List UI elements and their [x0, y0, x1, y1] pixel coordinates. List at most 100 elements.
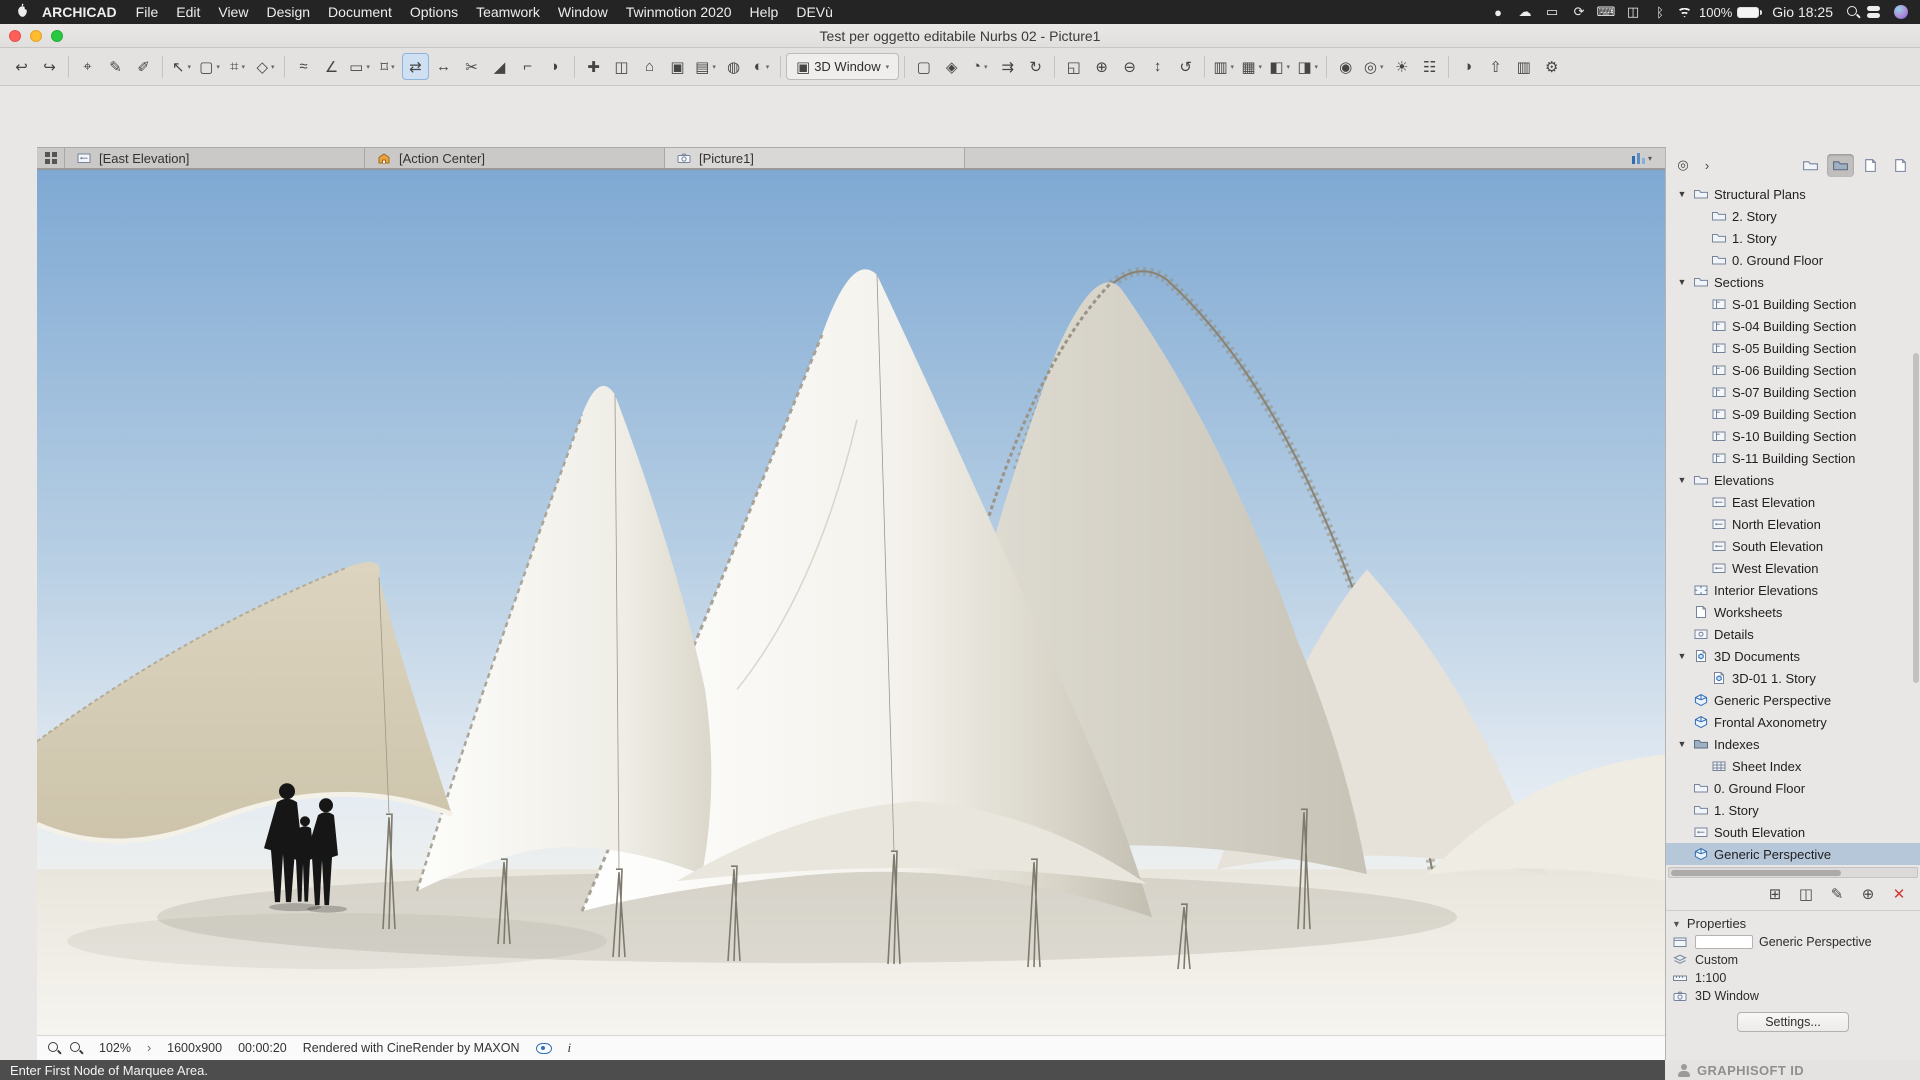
3d-style-button[interactable]: ◈	[938, 53, 965, 80]
expand-arrow-icon[interactable]: ▼	[1676, 475, 1688, 485]
view-name-row[interactable]: Generic Perspective	[1672, 933, 1914, 951]
tree-item-west-elevation[interactable]: West Elevation	[1666, 557, 1920, 579]
walk-mode-button[interactable]: ⇉	[994, 53, 1021, 80]
renovation-dd[interactable]: ◨▾	[1294, 53, 1321, 80]
tree-item-s-10-building-section[interactable]: S-10 Building Section	[1666, 425, 1920, 447]
zoom-in-icon[interactable]	[69, 1041, 83, 1055]
visibility-eye-icon[interactable]	[536, 1043, 552, 1054]
redo-button[interactable]: ↪	[36, 53, 63, 80]
menu-dev[interactable]: DEVù	[787, 4, 842, 20]
menu-options[interactable]: Options	[401, 4, 467, 20]
lock-tool-dd[interactable]: ⌑▾	[374, 53, 401, 80]
display-icon[interactable]: ▭	[1542, 4, 1562, 20]
capture-button[interactable]: ◑	[1454, 53, 1481, 80]
spotlight-icon[interactable]	[1846, 5, 1860, 19]
tree-item-interior-elevations[interactable]: Interior Elevations	[1666, 579, 1920, 601]
tree-item-1-story[interactable]: 1. Story	[1666, 227, 1920, 249]
delete-button[interactable]: ✕	[1888, 884, 1910, 904]
project-map-button[interactable]	[1797, 154, 1824, 177]
expand-arrow-icon[interactable]: ▼	[1676, 739, 1688, 749]
favorites-button[interactable]: ⌂	[636, 53, 663, 80]
sync-icon[interactable]: ⟳	[1569, 4, 1589, 20]
camera-button[interactable]: ◉	[1332, 53, 1359, 80]
tree-item-elevations[interactable]: ▼Elevations	[1666, 469, 1920, 491]
siri-icon[interactable]	[1894, 5, 1908, 19]
camera-path-dd[interactable]: ◎▾	[1360, 53, 1387, 80]
tree-item-s-11-building-section[interactable]: S-11 Building Section	[1666, 447, 1920, 469]
tree-item-3d-01-1-story[interactable]: 3D-01 1. Story	[1666, 667, 1920, 689]
tree-item-s-09-building-section[interactable]: S-09 Building Section	[1666, 403, 1920, 425]
profile-dd[interactable]: ◔▾	[966, 53, 993, 80]
tree-item-s-01-building-section[interactable]: S-01 Building Section	[1666, 293, 1920, 315]
tree-horizontal-scrollbar[interactable]	[1668, 867, 1918, 878]
graphisoft-id-area[interactable]: GRAPHISOFT ID	[1665, 1060, 1920, 1080]
marquee-tool-dd[interactable]: ▢▾	[196, 53, 223, 80]
tree-item-1-story[interactable]: 1. Story	[1666, 799, 1920, 821]
snap-options-dd[interactable]: ◇▾	[252, 53, 279, 80]
tree-item-0-ground-floor[interactable]: 0. Ground Floor	[1666, 249, 1920, 271]
copy-tool[interactable]: ◫	[608, 53, 635, 80]
tab-overview-button[interactable]	[37, 148, 65, 168]
menu-view[interactable]: View	[209, 4, 257, 20]
3d-window-dd[interactable]: ▣3D Window▾	[786, 53, 899, 80]
zoom-button[interactable]	[51, 30, 63, 42]
scale-row[interactable]: 1:100	[1672, 969, 1914, 987]
control-center-icon[interactable]	[1867, 6, 1887, 18]
gear-button[interactable]: ⚙	[1538, 53, 1565, 80]
drag-mode-button[interactable]: ⇄	[402, 53, 429, 80]
layers-dd[interactable]: ▤▾	[692, 53, 719, 80]
tree-item-s-05-building-section[interactable]: S-05 Building Section	[1666, 337, 1920, 359]
tree-item-south-elevation[interactable]: South Elevation	[1666, 535, 1920, 557]
eyedropper-tool[interactable]: ⌖	[74, 53, 101, 80]
tab-east-elevation[interactable]: [East Elevation]	[65, 148, 365, 168]
model-view-dd[interactable]: ◧▾	[1266, 53, 1293, 80]
tree-vertical-scrollbar[interactable]	[1913, 353, 1919, 683]
tree-item-south-elevation[interactable]: South Elevation	[1666, 821, 1920, 843]
view-map-button[interactable]	[1827, 154, 1854, 177]
pen-set-dd[interactable]: ▦▾	[1238, 53, 1265, 80]
adjust-tool[interactable]: ⌐	[514, 53, 541, 80]
menubar-clock[interactable]: Gio 18:25	[1766, 4, 1839, 20]
orbit-button[interactable]: ↻	[1022, 53, 1049, 80]
close-button[interactable]	[9, 30, 21, 42]
properties-header[interactable]: ▼ Properties	[1672, 914, 1914, 933]
intersect-tool[interactable]: ◗	[542, 53, 569, 80]
rectangle-tool-dd[interactable]: ▭▾	[346, 53, 373, 80]
tree-item-sheet-index[interactable]: Sheet Index	[1666, 755, 1920, 777]
display-options-button[interactable]: ▢	[910, 53, 937, 80]
move-tool[interactable]: ✚	[580, 53, 607, 80]
scrollbar-thumb[interactable]	[1671, 870, 1841, 876]
app-menu-archicad[interactable]: ARCHICAD	[32, 4, 127, 20]
tab-picture1[interactable]: [Picture1]	[665, 148, 965, 168]
split-tool[interactable]: ◢	[486, 53, 513, 80]
expand-arrow-icon[interactable]: ▼	[1676, 277, 1688, 287]
stretch-tool[interactable]: ↔	[430, 53, 457, 80]
menu-extra-dot-icon[interactable]: ●	[1488, 5, 1508, 20]
tree-item-2-story[interactable]: 2. Story	[1666, 205, 1920, 227]
info-icon[interactable]: i	[568, 1040, 572, 1056]
clone-folder-button[interactable]: ◫	[1795, 884, 1817, 904]
expand-arrow-icon[interactable]: ▼	[1676, 189, 1688, 199]
publish-button[interactable]: ⇧	[1482, 53, 1509, 80]
tree-item-structural-plans[interactable]: ▼Structural Plans	[1666, 183, 1920, 205]
fit-view-button[interactable]: ◱	[1060, 53, 1087, 80]
tree-item-sections[interactable]: ▼Sections	[1666, 271, 1920, 293]
bluetooth-icon[interactable]: ᛒ	[1650, 5, 1670, 20]
cloud-icon[interactable]: ☁	[1515, 4, 1535, 20]
print-button[interactable]: ☷	[1416, 53, 1443, 80]
navigator-expand-icon[interactable]: ›	[1696, 155, 1718, 175]
render-viewport[interactable]	[37, 169, 1665, 1035]
workspace-icon[interactable]: ◫	[1623, 4, 1643, 20]
tree-item-indexes[interactable]: ▼Indexes	[1666, 733, 1920, 755]
guideline-tool[interactable]: ∠	[318, 53, 345, 80]
pan-button[interactable]: ↕	[1144, 53, 1171, 80]
arrow-tool-dd[interactable]: ↖▾	[168, 53, 195, 80]
menu-file[interactable]: File	[127, 4, 168, 20]
screen-button[interactable]: ▥	[1510, 53, 1537, 80]
zoom-in-button[interactable]: ⊕	[1088, 53, 1115, 80]
layer-combination-dd[interactable]: ▥▾	[1210, 53, 1237, 80]
menu-window[interactable]: Window	[549, 4, 617, 20]
menu-teamwork[interactable]: Teamwork	[467, 4, 549, 20]
menu-help[interactable]: Help	[741, 4, 788, 20]
zoom-out-button[interactable]: ⊖	[1116, 53, 1143, 80]
